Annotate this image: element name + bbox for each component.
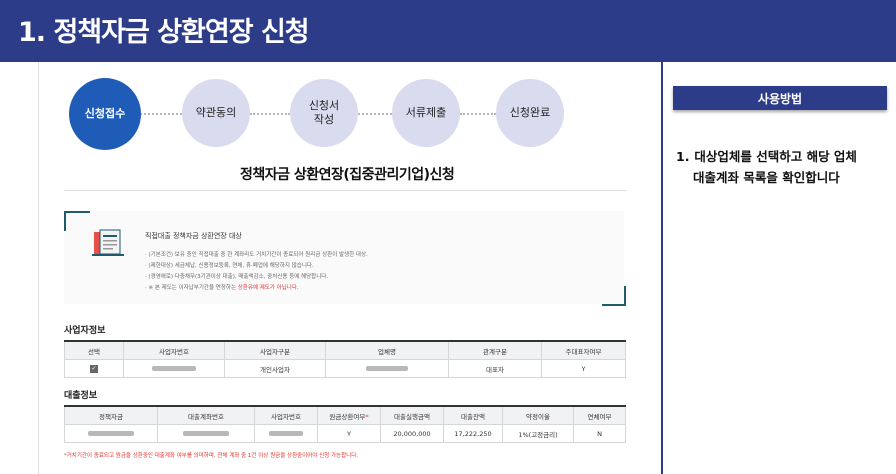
notice-corner	[64, 211, 90, 231]
col-header: 관계구분	[448, 340, 542, 360]
principal-repay-cell: Y	[317, 424, 381, 443]
step-connector	[250, 113, 290, 115]
page-title: 1. 정책자금 상환연장 신청	[18, 17, 310, 48]
step-connector	[358, 113, 392, 115]
policy-fund-cell	[64, 424, 158, 443]
col-header: 연체여부	[573, 405, 626, 425]
usage-guide-button[interactable]: 사용방법	[673, 86, 887, 110]
rate-cell: 1%(고정금리)	[502, 424, 574, 443]
step-terms[interactable]: 약관동의	[182, 79, 250, 147]
biz-number-cell	[254, 424, 318, 443]
col-header: 주대표자여부	[541, 340, 626, 360]
loan-table: 정책자금 대출계좌번호 사업자번호 원금상환여부* 대출실행금액 대출잔액 약정…	[64, 405, 626, 443]
col-header: 업체명	[325, 340, 449, 360]
relation-cell: 대표자	[448, 359, 542, 378]
col-header-label: 원금상환여부	[329, 412, 366, 421]
instruction-number: 1.	[676, 149, 690, 164]
step-write-form[interactable]: 신청서 작성	[290, 79, 358, 147]
col-header: 대출잔액	[443, 405, 503, 425]
table-row[interactable]: ✓ 개인사업자 대표자 Y	[64, 359, 626, 378]
redacted-value	[88, 430, 134, 436]
document-icon	[92, 229, 124, 256]
overdue-cell: N	[573, 424, 626, 443]
biz-section-title: 사업자정보	[64, 326, 106, 336]
col-header: 사업자번호	[123, 340, 225, 360]
select-cell[interactable]: ✓	[64, 359, 124, 378]
account-number-cell	[157, 424, 255, 443]
col-header: 원금상환여부*	[317, 405, 381, 425]
step-connector	[460, 113, 496, 115]
instruction-line: 대출계좌 목록을 확인합니다	[693, 170, 840, 185]
step-complete[interactable]: 신청완료	[496, 79, 564, 147]
form-title: 정책자금 상환연장(집중관리기업)신청	[240, 167, 455, 183]
title-bar: 1. 정책자금 상환연장 신청	[0, 0, 896, 62]
divider	[661, 62, 663, 474]
col-header: 대출계좌번호	[157, 405, 255, 425]
notice-corner	[602, 286, 626, 306]
redacted-value	[152, 365, 196, 371]
notice-heading: 직접대출 정책자금 상환연장 대상	[145, 232, 242, 240]
table-row[interactable]: Y 20,000,000 17,222,250 1%(고정금리) N	[64, 424, 626, 443]
notice-line: · (제한대상) 세금체납, 신용정보등록, 연체, 휴·폐업에 해당하지 않습…	[145, 263, 314, 269]
loan-section-title: 대출정보	[64, 391, 98, 401]
table-header-row: 선택 사업자번호 사업자구분 업체명 관계구분 주대표자여부	[64, 340, 626, 360]
redacted-value	[269, 430, 303, 436]
col-header: 약정이율	[502, 405, 574, 425]
biz-table: 선택 사업자번호 사업자구분 업체명 관계구분 주대표자여부 ✓ 개인사업자 대…	[64, 340, 626, 378]
required-mark: *	[365, 412, 369, 421]
col-header: 사업자구분	[224, 340, 326, 360]
company-name-cell	[325, 359, 449, 378]
redacted-value	[183, 430, 229, 436]
step-connector	[140, 113, 182, 115]
instruction-line: 대상업체를 선택하고 해당 업체	[694, 149, 857, 164]
biz-number-cell	[123, 359, 225, 378]
step-submit-docs[interactable]: 서류제출	[392, 79, 460, 147]
notice-line: · (경영애로) 다중채무(3기관이상 대출), 매출액감소, 중처신용 등에 …	[145, 274, 329, 280]
notice-line: · (기본조건) 보유 중인 직접대출 중 한 계좌라도 거치기간이 종료되어 …	[145, 252, 368, 258]
main-rep-cell: Y	[541, 359, 626, 378]
col-header: 대출실행금액	[380, 405, 444, 425]
redacted-value	[366, 365, 408, 371]
col-header: 사업자번호	[254, 405, 318, 425]
step-apply[interactable]: 신청접수	[69, 78, 141, 150]
footnote: *거치기간이 종료되고 원금을 상환중인 대출계좌 여부를 의미하며, 전체 계…	[64, 453, 359, 459]
select-checkbox[interactable]: ✓	[90, 365, 98, 373]
instruction-text: 1. 대상업체를 선택하고 해당 업체 대출계좌 목록을 확인합니다	[676, 146, 886, 188]
table-header-row: 정책자금 대출계좌번호 사업자번호 원금상환여부* 대출실행금액 대출잔액 약정…	[64, 405, 626, 425]
notice-line: · ※ 본 제도는 이자납부기간을 연장하는 상환유예 제도가 아닙니다.	[145, 283, 299, 291]
balance-cell: 17,222,250	[443, 424, 503, 443]
col-header: 선택	[64, 340, 124, 360]
divider	[64, 190, 626, 191]
biz-type-cell: 개인사업자	[224, 359, 326, 378]
notice-line-text: · ※ 본 제도는 이자납부기간을 연장하는	[145, 285, 238, 291]
exec-amount-cell: 20,000,000	[380, 424, 444, 443]
notice-warning: 상환유예 제도가 아닙니다.	[237, 285, 299, 291]
col-header: 정책자금	[64, 405, 158, 425]
